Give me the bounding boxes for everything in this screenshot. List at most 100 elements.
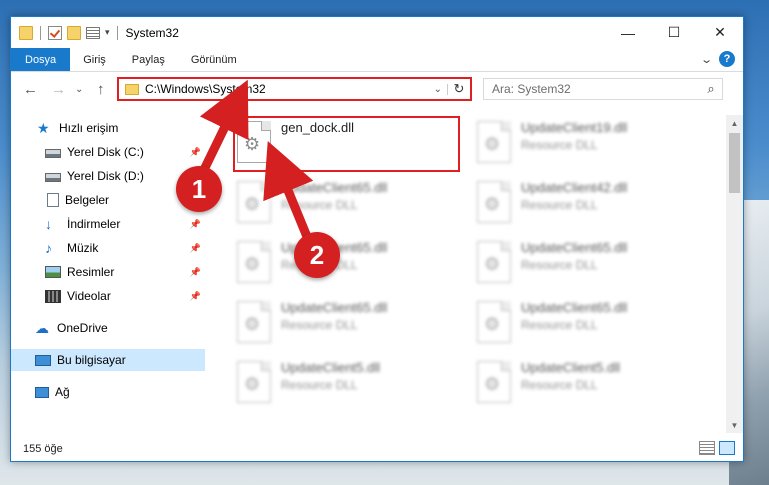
customize-toolbar-arrow-icon[interactable]: ▾ [105, 27, 110, 38]
pin-icon: 📌 [189, 266, 201, 277]
gear-icon: ⚙ [244, 374, 261, 394]
file-item[interactable]: ⚙ UpdateClient65.dll Resource DLL [473, 299, 693, 355]
separator [116, 25, 118, 40]
highlight-box-target-file [233, 116, 460, 172]
view-toggle [699, 441, 735, 455]
tab-share[interactable]: Paylaş [119, 48, 178, 71]
file-item[interactable]: ⚙ UpdateClient65.dll Resource DLL [233, 239, 453, 295]
gear-icon: ⚙ [244, 314, 261, 334]
sidebar-item-videos[interactable]: Videolar 📌 [11, 285, 205, 307]
file-item[interactable]: ⚙ UpdateClient5.dll Resource DLL [233, 359, 453, 415]
dll-file-icon: ⚙ [477, 181, 511, 223]
address-path[interactable]: C:\Windows\System32 [145, 82, 429, 96]
large-icons-view-icon[interactable] [719, 441, 735, 455]
properties-check-icon[interactable] [48, 25, 62, 40]
file-type: Resource DLL [281, 378, 358, 392]
gear-icon: ⚙ [484, 254, 501, 274]
gear-icon: ⚙ [484, 134, 501, 154]
sidebar-item-label: İndirmeler [67, 217, 121, 231]
sidebar-item-label: Yerel Disk (D:) [67, 169, 144, 183]
sidebar-item-downloads[interactable]: ↓ İndirmeler 📌 [11, 213, 205, 235]
list-properties-icon[interactable] [86, 26, 100, 39]
sidebar-item-network[interactable]: Ağ [11, 381, 205, 403]
details-view-icon[interactable] [699, 441, 715, 455]
sidebar-item-label: Bu bilgisayar [57, 353, 126, 367]
file-explorer-window: ▾ System32 — ☐ ✕ Dosya Giriş Paylaş Görü… [10, 16, 744, 462]
file-name: UpdateClient5.dll [521, 360, 621, 375]
sidebar-item-pictures[interactable]: Resimler 📌 [11, 261, 205, 283]
navigation-bar: ← → ⌄ ↑ C:\Windows\System32 ⌄ ↻ Ara: Sys… [11, 75, 743, 105]
file-item[interactable]: ⚙ UpdateClient19.dll Resource DLL [473, 119, 693, 175]
file-name: UpdateClient5.dll [281, 360, 381, 375]
file-item[interactable]: ⚙ UpdateClient42.dll Resource DLL [473, 179, 693, 235]
help-icon[interactable]: ? [719, 51, 735, 67]
search-icon[interactable]: ⌕ [700, 81, 722, 97]
search-box[interactable]: Ara: System32 ⌕ [483, 78, 723, 100]
scroll-up-arrow-icon[interactable]: ▲ [726, 115, 743, 131]
title-bar: ▾ System32 — ☐ ✕ [11, 17, 743, 48]
sidebar-item-label: Resimler [67, 265, 115, 279]
file-type: Resource DLL [281, 318, 358, 332]
tab-file[interactable]: Dosya [11, 48, 71, 71]
new-folder-icon[interactable] [67, 25, 81, 40]
quick-access-toolbar: ▾ [19, 25, 120, 40]
sidebar-item-local-disk-c[interactable]: Yerel Disk (C:) 📌 [11, 141, 205, 163]
forward-arrow-icon[interactable]: → [51, 81, 66, 98]
file-item[interactable]: ⚙ UpdateClient65.dll Resource DLL [233, 299, 453, 355]
download-icon: ↓ [45, 216, 52, 232]
sidebar-item-label: Videolar [67, 289, 111, 303]
ribbon-tabs: Dosya Giriş Paylaş Görünüm ⌄ ? [11, 48, 743, 72]
tab-view[interactable]: Görünüm [178, 48, 250, 71]
drive-icon [45, 173, 61, 182]
search-placeholder[interactable]: Ara: System32 [484, 82, 700, 96]
file-item[interactable]: ⚙ UpdateClient65.dll Resource DLL [473, 239, 693, 295]
address-bar[interactable]: C:\Windows\System32 ⌄ ↻ [117, 77, 472, 101]
music-icon: ♪ [45, 240, 52, 256]
refresh-icon[interactable]: ↻ [448, 81, 470, 97]
scroll-thumb[interactable] [729, 133, 740, 193]
separator [40, 25, 41, 40]
star-icon: ★ [37, 120, 50, 136]
dll-file-icon: ⚙ [477, 301, 511, 343]
dll-file-icon: ⚙ [237, 181, 271, 223]
dll-file-icon: ⚙ [477, 121, 511, 163]
vertical-scrollbar[interactable]: ▲ ▼ [726, 115, 743, 433]
sidebar-item-quick-access[interactable]: ★ Hızlı erişim [11, 117, 205, 139]
sidebar-item-label: Belgeler [65, 193, 110, 207]
file-name: UpdateClient65.dll [281, 300, 388, 315]
expand-ribbon-chevron-icon[interactable]: ⌄ [700, 53, 713, 66]
sidebar-item-music[interactable]: ♪ Müzik 📌 [11, 237, 205, 259]
sidebar-item-label: Hızlı erişim [59, 121, 119, 135]
sidebar-item-this-pc[interactable]: Bu bilgisayar [11, 349, 205, 371]
scroll-down-arrow-icon[interactable]: ▼ [726, 417, 743, 433]
close-button[interactable]: ✕ [697, 17, 743, 48]
document-icon [47, 193, 59, 207]
dll-file-icon: ⚙ [477, 361, 511, 403]
computer-icon [35, 354, 51, 366]
file-name: UpdateClient19.dll [521, 120, 628, 135]
pictures-icon [45, 266, 61, 278]
maximize-button[interactable]: ☐ [651, 17, 697, 48]
address-dropdown-chevron-icon[interactable]: ⌄ [429, 83, 448, 95]
minimize-button[interactable]: — [605, 17, 651, 48]
gear-icon: ⚙ [244, 254, 261, 274]
gear-icon: ⚙ [484, 194, 501, 214]
status-bar: 155 öğe [11, 437, 743, 461]
file-item[interactable]: ⚙ UpdateClient5.dll Resource DLL [473, 359, 693, 415]
tab-home[interactable]: Giriş [70, 48, 119, 71]
pin-icon: 📌 [189, 146, 201, 157]
sidebar-item-onedrive[interactable]: ☁ OneDrive [11, 317, 205, 339]
gear-icon: ⚙ [484, 314, 501, 334]
recent-locations-chevron-icon[interactable]: ⌄ [75, 84, 83, 95]
window-title: System32 [125, 25, 179, 40]
up-arrow-icon[interactable]: ↑ [97, 81, 105, 98]
ribbon-right: ⌄ ? [700, 51, 735, 67]
step-badge-2: 2 [294, 232, 340, 278]
drive-icon [45, 149, 61, 158]
sidebar-item-label: Ağ [55, 385, 70, 399]
file-name: UpdateClient65.dll [281, 180, 388, 195]
file-item[interactable]: ⚙ UpdateClient65.dll Resource DLL [233, 179, 453, 235]
video-icon [45, 289, 61, 303]
back-arrow-icon[interactable]: ← [23, 81, 38, 98]
dll-file-icon: ⚙ [237, 241, 271, 283]
